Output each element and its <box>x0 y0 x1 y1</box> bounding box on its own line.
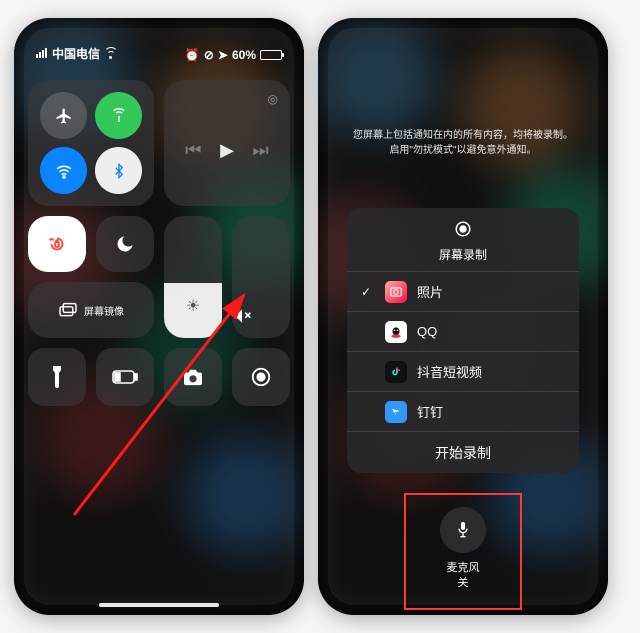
media-tile[interactable]: ◎ ⏮ ▶ ⏭ <box>164 80 290 206</box>
low-power-button[interactable] <box>96 348 154 406</box>
mic-label: 麦克风 <box>447 562 480 574</box>
wifi-toggle[interactable] <box>40 147 87 194</box>
recording-warning: 您屏幕上包括通知在内的所有内容，均将被录制。 启用"勿扰模式"以避免意外通知。 <box>333 128 593 158</box>
app-option-photos[interactable]: ✓ 照片 <box>347 271 579 311</box>
rotation-lock-icon <box>28 216 86 272</box>
dingtalk-app-icon <box>385 401 407 423</box>
brightness-slider[interactable]: ☀ <box>164 216 222 338</box>
bluetooth-icon <box>111 163 127 179</box>
status-bar: 中国电信 ⏰ ⊘ ➤ 60% <box>28 18 290 66</box>
microphone-icon <box>455 520 471 540</box>
battery-low-icon <box>96 348 154 406</box>
brightness-icon: ☀ <box>164 296 222 316</box>
phone-control-center: 中国电信 ⏰ ⊘ ➤ 60% <box>14 18 304 615</box>
screen-mirroring-button[interactable]: 屏幕镜像 <box>28 282 154 338</box>
app-label: 钉钉 <box>417 402 443 421</box>
flashlight-icon <box>28 348 86 406</box>
camera-button[interactable] <box>164 348 222 406</box>
screen-mirroring-icon <box>58 302 78 318</box>
app-option-dingtalk[interactable]: 钉钉 <box>347 391 579 431</box>
start-recording-button[interactable]: 开始录制 <box>347 431 579 473</box>
record-icon <box>232 348 290 406</box>
moon-icon <box>96 216 154 272</box>
play-button[interactable]: ▶ <box>220 140 234 161</box>
lock-rotation-icon: ⊘ <box>204 48 214 62</box>
volume-slider[interactable] <box>232 216 290 338</box>
record-icon <box>454 225 472 242</box>
volume-mute-icon <box>232 306 290 326</box>
battery-pct: 60% <box>232 48 256 62</box>
airplay-icon[interactable]: ◎ <box>268 92 278 106</box>
app-option-qq[interactable]: QQ <box>347 311 579 351</box>
rewind-button[interactable]: ⏮ <box>185 140 201 161</box>
wifi-icon <box>55 162 73 180</box>
record-destination-sheet: 屏幕录制 ✓ 照片 QQ 抖音短视频 <box>347 208 579 473</box>
antenna-icon <box>110 107 128 125</box>
airplane-mode-toggle[interactable] <box>40 92 87 139</box>
screen-mirroring-label: 屏幕镜像 <box>84 303 124 318</box>
microphone-toggle[interactable] <box>440 507 486 553</box>
microphone-toggle-highlight: 麦克风 关 <box>408 497 518 606</box>
flashlight-button[interactable] <box>28 348 86 406</box>
battery-icon <box>260 50 282 60</box>
douyin-app-icon <box>385 361 407 383</box>
location-icon: ➤ <box>218 48 228 62</box>
home-indicator[interactable] <box>99 603 219 607</box>
airplane-icon <box>55 107 73 125</box>
app-label: 照片 <box>417 282 443 301</box>
cellular-data-toggle[interactable] <box>95 92 142 139</box>
camera-icon <box>164 348 222 406</box>
app-label: QQ <box>417 324 437 339</box>
mic-state: 关 <box>458 577 469 589</box>
sheet-title: 屏幕录制 <box>347 246 579 263</box>
sheet-header: 屏幕录制 <box>347 208 579 271</box>
app-option-douyin[interactable]: 抖音短视频 <box>347 351 579 391</box>
app-label: 抖音短视频 <box>417 362 482 381</box>
wifi-icon <box>104 49 117 59</box>
forward-button[interactable]: ⏭ <box>252 140 268 161</box>
phone-record-sheet: 您屏幕上包括通知在内的所有内容，均将被录制。 启用"勿扰模式"以避免意外通知。 … <box>318 18 608 615</box>
bluetooth-toggle[interactable] <box>95 147 142 194</box>
cellular-signal-icon <box>36 47 48 61</box>
carrier-label: 中国电信 <box>52 45 100 62</box>
rotation-lock-toggle[interactable] <box>28 216 86 272</box>
qq-app-icon <box>385 321 407 343</box>
screen-record-button[interactable] <box>232 348 290 406</box>
do-not-disturb-toggle[interactable] <box>96 216 154 272</box>
alarm-icon: ⏰ <box>185 48 200 62</box>
connectivity-tile[interactable] <box>28 80 154 206</box>
photos-app-icon <box>385 281 407 303</box>
checkmark-icon: ✓ <box>361 285 375 299</box>
